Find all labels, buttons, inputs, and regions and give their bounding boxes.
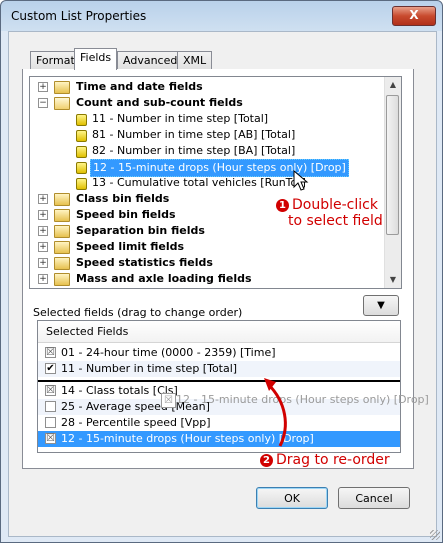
cancel-button[interactable]: Cancel bbox=[338, 487, 410, 509]
open-folder-icon bbox=[54, 97, 70, 110]
row-checkbox[interactable]: ☒ bbox=[45, 347, 56, 358]
folder-icon bbox=[54, 225, 70, 238]
tree-category-mass-axle[interactable]: + Mass and axle loading fields bbox=[38, 271, 378, 287]
field-tree[interactable]: + Time and date fields − Count and sub-c… bbox=[29, 76, 402, 289]
close-button[interactable]: X bbox=[392, 6, 436, 26]
annotation-line-1: Double-click bbox=[292, 197, 378, 213]
folder-icon bbox=[54, 273, 70, 286]
resize-grip-icon[interactable] bbox=[430, 530, 440, 540]
annotation-text: Drag to re-order bbox=[276, 452, 390, 468]
scrollbar-thumb[interactable] bbox=[386, 95, 399, 235]
expand-icon[interactable]: + bbox=[38, 274, 48, 284]
scroll-down-arrow-icon[interactable]: ▼ bbox=[385, 272, 401, 288]
field-icon bbox=[76, 146, 87, 158]
row-checkbox[interactable]: ☒ bbox=[45, 433, 56, 444]
list-item[interactable]: 28 - Percentile speed [Vpp] bbox=[38, 415, 400, 431]
expand-icon[interactable]: + bbox=[38, 210, 48, 220]
folder-icon bbox=[54, 209, 70, 222]
annotation-number-two: 2 bbox=[260, 454, 273, 467]
field-icon bbox=[76, 162, 87, 174]
folder-icon bbox=[54, 241, 70, 254]
row-checkbox[interactable]: ✔ bbox=[45, 363, 56, 374]
expand-icon[interactable]: + bbox=[38, 226, 48, 236]
folder-icon bbox=[54, 193, 70, 206]
tree-category-label: Time and date fields bbox=[76, 80, 203, 93]
tree-scrollbar[interactable]: ▲ ▼ bbox=[384, 77, 401, 288]
tab-xml[interactable]: XML bbox=[177, 51, 213, 69]
tab-advanced[interactable]: Advanced bbox=[117, 51, 184, 69]
title-bar: Custom List Properties X bbox=[1, 1, 442, 31]
list-item-label: 11 - Number in time step [Total] bbox=[61, 362, 238, 375]
tree-category-speed-limit[interactable]: + Speed limit fields bbox=[38, 239, 378, 255]
list-item-selected[interactable]: ☒ 12 - 15-minute drops (Hour steps only)… bbox=[38, 431, 400, 447]
tree-item-label: 81 - Number in time step [AB] [Total] bbox=[92, 128, 296, 141]
scroll-up-arrow-icon[interactable]: ▲ bbox=[385, 77, 401, 93]
folder-icon bbox=[54, 81, 70, 94]
window-title: Custom List Properties bbox=[11, 9, 147, 23]
field-icon bbox=[76, 130, 87, 142]
expand-icon[interactable]: + bbox=[38, 194, 48, 204]
folder-icon bbox=[54, 257, 70, 270]
tree-item-label: 82 - Number in time step [BA] [Total] bbox=[92, 144, 296, 157]
tree-category-label: Speed bin fields bbox=[76, 208, 176, 221]
tree-item-label: 13 - Cumulative total vehicles [RunTot] bbox=[92, 176, 306, 189]
tree-category-label: Mass and axle loading fields bbox=[76, 272, 252, 285]
list-column-header[interactable]: Selected Fields bbox=[38, 321, 400, 343]
drag-ghost-label: 12 - 15-minute drops (Hour steps only) [… bbox=[176, 393, 429, 406]
annotation-select-field: to select field bbox=[288, 213, 383, 229]
field-icon bbox=[76, 178, 87, 190]
expand-icon[interactable]: + bbox=[38, 242, 48, 252]
tab-fields[interactable]: Fields bbox=[74, 48, 118, 70]
annotation-drag-reorder: 2 Drag to re-order bbox=[260, 452, 390, 468]
mouse-cursor-icon bbox=[293, 170, 309, 191]
annotation-double-click: 1 Double-click bbox=[276, 197, 378, 213]
tree-category-label: Separation bin fields bbox=[76, 224, 205, 237]
drag-arrow-icon bbox=[264, 378, 287, 447]
list-item-label: 01 - 24-hour time (0000 - 2359) [Time] bbox=[61, 346, 276, 359]
list-item-label: 28 - Percentile speed [Vpp] bbox=[61, 416, 211, 429]
tree-item-label: 11 - Number in time step [Total] bbox=[92, 112, 269, 125]
ok-button[interactable]: OK bbox=[256, 487, 328, 509]
expand-icon[interactable]: + bbox=[38, 258, 48, 268]
row-checkbox[interactable]: ☒ bbox=[45, 385, 56, 396]
tree-category-label: Speed limit fields bbox=[76, 240, 185, 253]
tree-category-speed-statistics[interactable]: + Speed statistics fields bbox=[38, 255, 378, 271]
dropdown-button[interactable]: ▼ bbox=[363, 295, 399, 316]
drop-insertion-line bbox=[38, 380, 400, 382]
tree-category-label: Class bin fields bbox=[76, 192, 170, 205]
selected-fields-list[interactable]: Selected Fields ☒ 01 - 24-hour time (000… bbox=[37, 320, 401, 453]
tree-category-count[interactable]: − Count and sub-count fields bbox=[38, 95, 378, 111]
field-icon bbox=[76, 114, 87, 126]
list-item[interactable]: ☒ 01 - 24-hour time (0000 - 2359) [Time] bbox=[38, 345, 400, 361]
collapse-icon[interactable]: − bbox=[38, 98, 48, 108]
drag-ghost-checkbox-icon: ☒ bbox=[161, 393, 176, 408]
tree-category-time-date[interactable]: + Time and date fields bbox=[38, 79, 378, 95]
annotation-number-one: 1 bbox=[276, 199, 289, 212]
selected-fields-label: Selected fields (drag to change order) bbox=[33, 306, 243, 319]
row-checkbox[interactable] bbox=[45, 417, 56, 428]
list-item[interactable]: ✔ 11 - Number in time step [Total] bbox=[38, 361, 400, 377]
tree-category-label: Count and sub-count fields bbox=[76, 96, 243, 109]
tree-category-label: Speed statistics fields bbox=[76, 256, 213, 269]
expand-icon[interactable]: + bbox=[38, 82, 48, 92]
row-checkbox[interactable] bbox=[45, 401, 56, 412]
